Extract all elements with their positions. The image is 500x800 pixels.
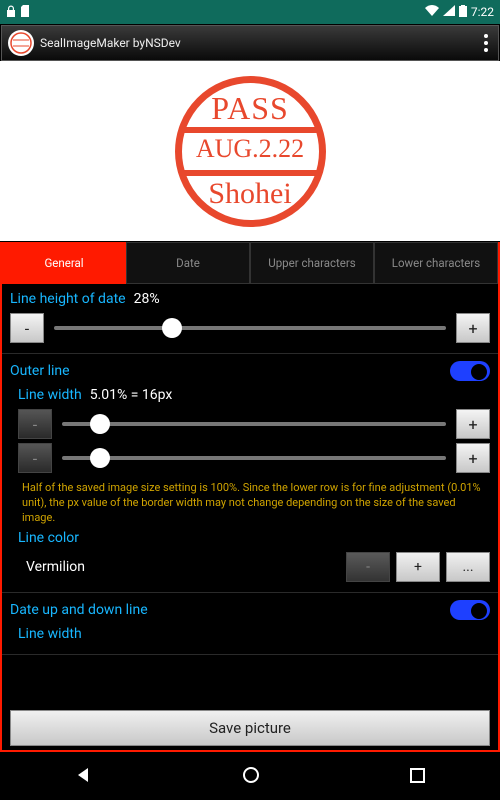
seal-preview: PASS AUG.2.22 Shohei <box>0 61 500 241</box>
outer-line-toggle[interactable] <box>450 361 490 381</box>
app-logo-icon <box>8 30 34 56</box>
save-picture-button[interactable]: Save picture <box>10 710 490 746</box>
seal-upper-text: PASS <box>173 90 328 127</box>
home-button[interactable] <box>243 767 259 787</box>
outer-width-coarse-slider[interactable] <box>62 422 446 426</box>
color-prev-button[interactable]: - <box>346 552 390 582</box>
tab-bar: General Date Upper characters Lower char… <box>2 242 498 284</box>
date-height-minus-button[interactable]: - <box>10 313 44 343</box>
color-more-button[interactable]: ... <box>446 552 490 582</box>
settings-panel: General Date Upper characters Lower char… <box>0 242 500 752</box>
app-bar: SealImageMaker byNSDev <box>1 25 499 61</box>
date-height-slider[interactable] <box>54 326 446 330</box>
outer-width-coarse-minus-button[interactable]: - <box>18 409 52 439</box>
date-height-value: 28% <box>134 291 160 307</box>
section-outer-line: Outer line Line width 5.01% = 16px - + -… <box>2 354 498 593</box>
date-height-label: Line height of date <box>10 291 126 307</box>
line-color-label: Line color <box>18 530 79 546</box>
battery-icon <box>459 5 467 20</box>
signal-icon <box>443 5 455 19</box>
tab-upper[interactable]: Upper characters <box>250 242 374 284</box>
outer-width-fine-plus-button[interactable]: + <box>456 443 490 473</box>
outer-line-width-label: Line width <box>18 387 82 403</box>
color-next-button[interactable]: + <box>396 552 440 582</box>
date-line-label: Date up and down line <box>10 602 148 618</box>
tab-lower[interactable]: Lower characters <box>374 242 498 284</box>
date-height-plus-button[interactable]: + <box>456 313 490 343</box>
seal-stamp: PASS AUG.2.22 Shohei <box>173 74 328 229</box>
seal-date-text: AUG.2.22 <box>173 134 328 164</box>
date-line-width-label: Line width <box>18 626 82 642</box>
recents-button[interactable] <box>410 768 425 787</box>
line-color-value: Vermilion <box>26 559 340 575</box>
overflow-menu-button[interactable] <box>480 30 492 56</box>
outer-line-label: Outer line <box>10 363 70 379</box>
back-button[interactable] <box>75 766 93 788</box>
wifi-icon <box>425 5 439 19</box>
tab-general[interactable]: General <box>2 242 126 284</box>
date-line-toggle[interactable] <box>450 600 490 620</box>
android-status-bar: 7:22 <box>0 0 500 24</box>
outer-line-help-text: Half of the saved image size setting is … <box>18 475 490 528</box>
clock-text: 7:22 <box>471 5 494 19</box>
app-title: SealImageMaker byNSDev <box>40 36 181 50</box>
outer-width-fine-slider[interactable] <box>62 456 446 460</box>
lock-icon <box>6 5 16 20</box>
section-date-height: Line height of date 28% - + <box>2 284 498 354</box>
tab-date[interactable]: Date <box>126 242 250 284</box>
section-date-line: Date up and down line Line width <box>2 593 498 655</box>
outer-width-fine-minus-button[interactable]: - <box>18 443 52 473</box>
outer-line-width-value: 5.01% = 16px <box>90 387 173 403</box>
android-nav-bar <box>0 754 500 800</box>
outer-width-coarse-plus-button[interactable]: + <box>456 409 490 439</box>
seal-lower-text: Shohei <box>173 177 328 211</box>
sd-icon <box>20 5 30 20</box>
